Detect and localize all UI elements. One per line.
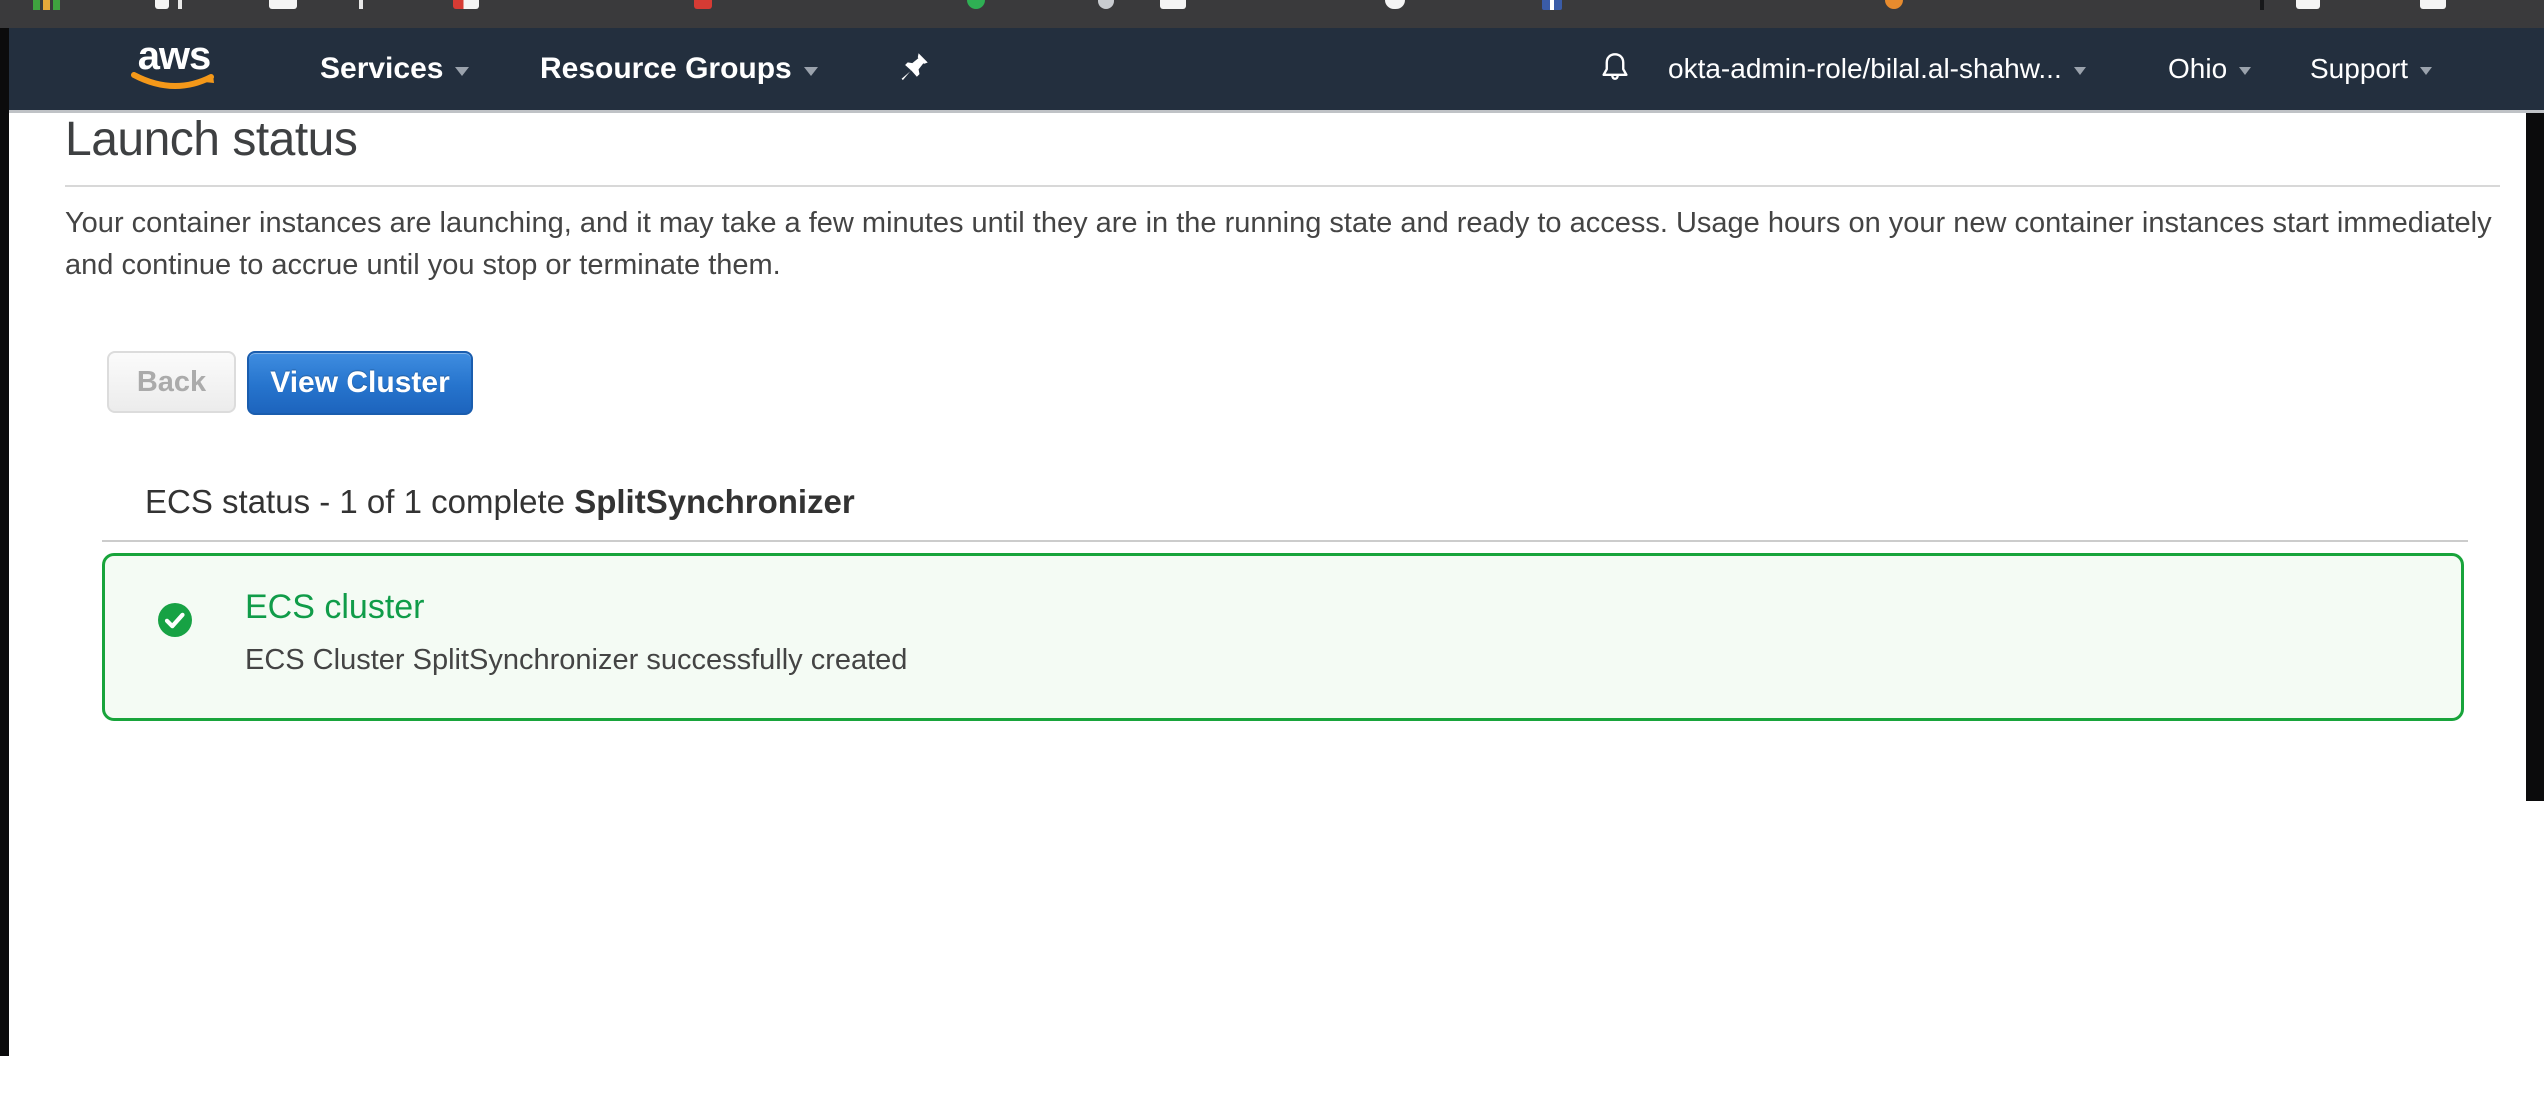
browser-toolbar-strip — [0, 0, 2544, 28]
action-button-row: Back View Cluster — [107, 351, 473, 415]
success-check — [157, 602, 193, 638]
intro-text: Your container instances are launching, … — [65, 202, 2505, 286]
red-favicon — [694, 0, 712, 9]
pushpin-icon — [898, 52, 930, 86]
ecs-status-header-prefix: ECS status - 1 of 1 complete — [145, 483, 574, 520]
nav-resource-groups-label: Resource Groups — [540, 52, 792, 86]
nav-account-menu[interactable]: okta-admin-role/bilal.al-shahw... — [1668, 28, 2086, 110]
support-label: Support — [2310, 53, 2408, 85]
white-card-favicon — [1160, 0, 1186, 9]
white-blob-favicon — [1385, 0, 1405, 9]
chevron-down-icon — [455, 67, 469, 76]
ecs-cluster-link[interactable]: ECS cluster — [245, 588, 425, 627]
gray-circle-favicon — [1098, 0, 1114, 9]
facebook-favicon — [1542, 0, 1562, 10]
status-divider — [102, 540, 2468, 542]
thin-divider-favicon — [178, 0, 182, 9]
account-label: okta-admin-role/bilal.al-shahw... — [1668, 53, 2062, 85]
nav-services[interactable]: Services — [320, 28, 469, 110]
thin-divider-favicon — [359, 0, 363, 9]
green-circle-favicon — [967, 0, 985, 9]
bell-icon — [1596, 49, 1634, 89]
view-cluster-button[interactable]: View Cluster — [247, 351, 473, 415]
page-title: Launch status — [65, 112, 357, 167]
dark-window-favicon — [2260, 0, 2264, 10]
nav-region-menu[interactable]: Ohio — [2168, 28, 2251, 110]
region-label: Ohio — [2168, 53, 2227, 85]
red-white-favicon — [453, 0, 479, 9]
monitor-favicon — [2420, 0, 2446, 9]
aws-navbar: aws Services Resource Groups okta-admin-… — [0, 28, 2544, 113]
ecs-cluster-status-card: ECS cluster ECS Cluster SplitSynchronize… — [102, 553, 2464, 721]
success-check-icon — [157, 602, 193, 638]
aws-logo-text: aws — [128, 36, 220, 76]
ecs-status-header: ECS status - 1 of 1 complete SplitSynchr… — [145, 483, 855, 521]
back-button[interactable]: Back — [107, 351, 236, 413]
chart-bars-favicon — [33, 0, 63, 18]
white-card-favicon — [2296, 0, 2320, 9]
nav-support-menu[interactable]: Support — [2310, 28, 2432, 110]
title-divider — [65, 185, 2500, 187]
chevron-down-icon — [804, 67, 818, 76]
pin-button[interactable] — [898, 28, 930, 110]
left-desktop-bar — [0, 28, 9, 1056]
chevron-down-icon — [2239, 67, 2251, 75]
white-tile-favicon — [269, 0, 297, 9]
chevron-down-icon — [2074, 67, 2086, 75]
ecs-status-cluster-name: SplitSynchronizer — [574, 483, 855, 520]
chevron-down-icon — [2420, 67, 2432, 75]
nav-services-label: Services — [320, 52, 443, 86]
orange-circle-favicon — [1885, 0, 1903, 9]
white-card-favicon — [155, 0, 169, 9]
right-desktop-bar — [2526, 113, 2544, 801]
nav-resource-groups[interactable]: Resource Groups — [540, 28, 818, 110]
aws-logo[interactable]: aws — [128, 36, 220, 102]
notifications-button[interactable] — [1596, 28, 1634, 110]
ecs-cluster-message: ECS Cluster SplitSynchronizer successful… — [245, 644, 907, 677]
